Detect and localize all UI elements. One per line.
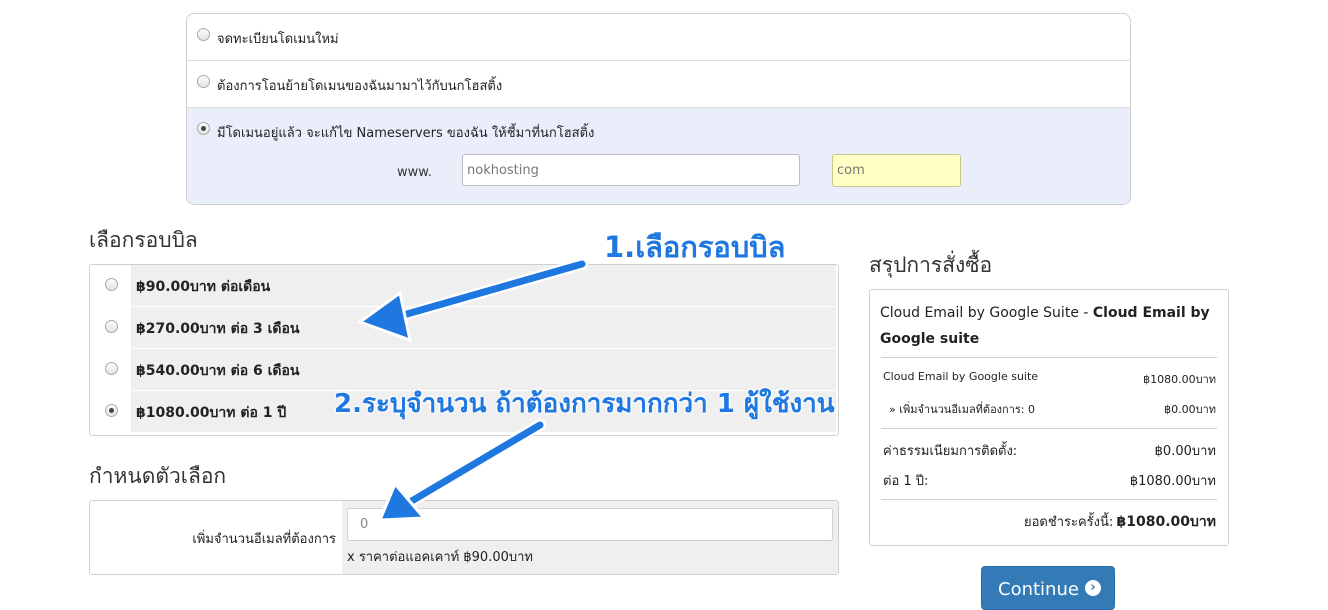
summary-product-title: Cloud Email by Google Suite - Cloud Emai… [880, 300, 1220, 352]
billing-section-title: เลือกรอบบิล [89, 228, 198, 252]
tld-input[interactable] [832, 154, 961, 187]
billing-radio[interactable] [105, 404, 118, 417]
email-qty-input[interactable] [347, 508, 833, 541]
register-label: จดทะเบียนโดเมนใหม่ [217, 32, 339, 47]
email-qty-cell: x ราคาต่อแอคเคาท์ ฿90.00บาท [342, 501, 838, 574]
annotation-step1: 1.เลือกรอบบิล [604, 230, 786, 264]
domain-option-existing[interactable]: มีโดเมนอยู่แล้ว จะแก้ไข Nameservers ของฉ… [187, 108, 1130, 204]
domain-option-register[interactable]: จดทะเบียนโดเมนใหม่ [187, 14, 1130, 61]
divider [881, 499, 1217, 500]
summary-line2-label: » เพิ่มจำนวนอีเมลที่ต้องการ: 0 [889, 403, 1036, 416]
transfer-label: ต้องการโอนย้ายโดเมนของฉันมามาไว้กับนกโฮส… [217, 79, 503, 94]
billing-radio[interactable] [105, 278, 118, 291]
continue-button[interactable]: Continue › [981, 566, 1115, 610]
divider [881, 357, 1217, 358]
config-options-box: เพิ่มจำนวนอีเมลที่ต้องการ x ราคาต่อแอคเค… [89, 500, 839, 575]
billing-option-label: ฿1080.00บาท ต่อ 1 ปี [136, 405, 287, 421]
billing-option[interactable]: ฿90.00บาท ต่อเดือน [90, 265, 838, 307]
billing-option-label: ฿270.00บาท ต่อ 3 เดือน [136, 321, 300, 337]
summary-line1-label: Cloud Email by Google suite [883, 370, 1039, 383]
register-radio[interactable] [197, 28, 210, 41]
product-group: Cloud Email by Google Suite [880, 305, 1079, 321]
www-label: www. [397, 165, 432, 180]
email-qty-note: x ราคาต่อแอคเคาท์ ฿90.00บาท [347, 550, 533, 565]
summary-title: สรุปการสั่งซื้อ [869, 253, 993, 277]
divider [881, 428, 1217, 429]
cycle-value: ฿1080.00บาท [1129, 474, 1216, 489]
transfer-radio[interactable] [197, 75, 210, 88]
billing-option[interactable]: ฿270.00บาท ต่อ 3 เดือน [90, 307, 838, 349]
arrow-circle-right-icon: › [1085, 580, 1101, 596]
billing-radio[interactable] [105, 362, 118, 375]
domain-option-transfer[interactable]: ต้องการโอนย้ายโดเมนของฉันมามาไว้กับนกโฮส… [187, 61, 1130, 108]
billing-option-label: ฿90.00บาท ต่อเดือน [136, 279, 271, 295]
order-summary-box: Cloud Email by Google Suite - Cloud Emai… [869, 289, 1229, 546]
billing-option-label: ฿540.00บาท ต่อ 6 เดือน [136, 363, 300, 379]
summary-line1-value: ฿1080.00บาท [1143, 373, 1216, 386]
billing-radio[interactable] [105, 320, 118, 333]
annotation-step2: 2.ระบุจำนวน ถ้าต้องการมากกว่า 1 ผู้ใช้งา… [334, 389, 835, 419]
existing-radio[interactable] [197, 122, 210, 135]
summary-line2-value: ฿0.00บาท [1164, 403, 1216, 416]
config-section-title: กำหนดตัวเลือก [89, 464, 227, 488]
total-label: ยอดชำระครั้งนี้: [1024, 515, 1114, 530]
setup-fee-value: ฿0.00บาท [1154, 444, 1216, 459]
cycle-label: ต่อ 1 ปี: [883, 474, 929, 489]
domain-options-panel: จดทะเบียนโดเมนใหม่ ต้องการโอนย้ายโดเมนขอ… [186, 13, 1131, 205]
sld-input[interactable] [462, 154, 800, 186]
title-separator: - [1078, 305, 1093, 321]
setup-fee-label: ค่าธรรมเนียมการติดตั้ง: [883, 444, 1018, 459]
continue-label: Continue [998, 579, 1079, 600]
total-value: ฿1080.00บาท [1116, 514, 1216, 530]
existing-label: มีโดเมนอยู่แล้ว จะแก้ไข Nameservers ของฉ… [217, 126, 595, 141]
email-qty-label: เพิ่มจำนวนอีเมลที่ต้องการ [192, 532, 336, 547]
